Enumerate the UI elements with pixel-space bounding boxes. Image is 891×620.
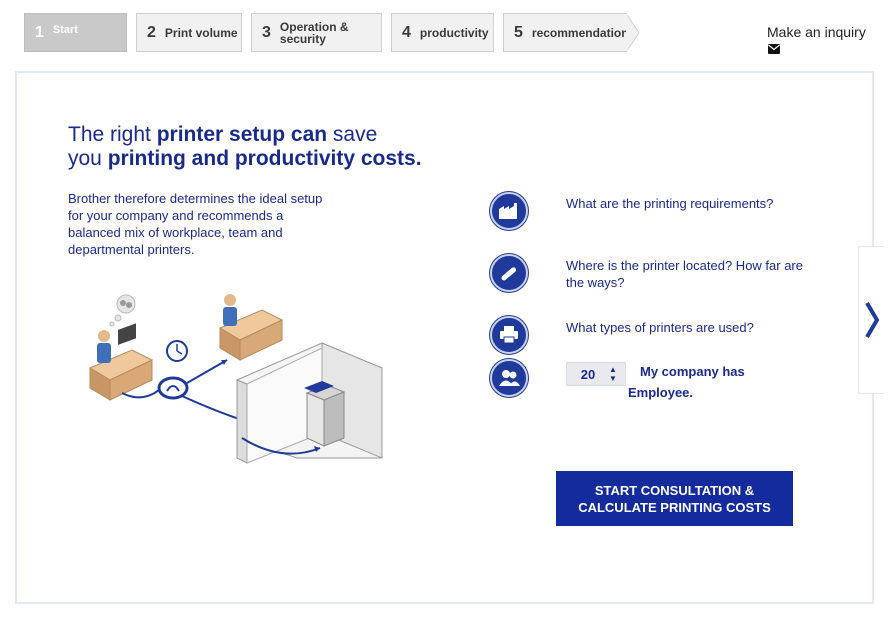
step-print-volume[interactable]: 2 Print volume [136, 13, 242, 52]
step-operation-security[interactable]: 3 Operation & security [251, 13, 382, 52]
question-printing-requirements: What are the printing requirements? [490, 192, 820, 232]
step-number: 2 [147, 23, 156, 41]
make-inquiry-link[interactable]: Make an inquiry [767, 24, 866, 40]
page-headline: The right printer setup can save you pri… [68, 123, 422, 171]
people-icon [490, 359, 528, 397]
chevron-right-icon [864, 301, 879, 339]
step-start[interactable]: 1 Start [24, 13, 127, 52]
headline-text: you [68, 147, 108, 170]
question-text: What are the printing requirements? [566, 196, 774, 211]
headline-bold: printing and productivity costs. [107, 147, 422, 170]
cta-line2: CALCULATE PRINTING COSTS [578, 499, 771, 515]
employee-count-stepper[interactable]: 20 ▲ ▼ [566, 362, 626, 386]
start-consultation-button[interactable]: START CONSULTATION & CALCULATE PRINTING … [556, 471, 793, 526]
step-number: 3 [262, 23, 271, 41]
stepper-arrows: ▲ ▼ [609, 365, 617, 383]
headline-bold: printer setup can [156, 123, 328, 146]
step-arrow-tip [626, 13, 640, 53]
step-label: recommendation [531, 25, 629, 40]
question-text: Where is the printer located? How far ar… [566, 258, 803, 290]
employee-count-value[interactable]: 20 [567, 367, 609, 382]
step-recommendation[interactable]: 5 recommendation [503, 13, 629, 52]
office-network-illustration [88, 294, 383, 464]
step-label-line2: security [279, 31, 326, 46]
question-printer-location: Where is the printer located? How far ar… [490, 254, 820, 294]
step-label: Start [52, 23, 78, 36]
step-label: productivity [419, 25, 489, 40]
location-icon [490, 254, 528, 292]
envelope-icon[interactable] [768, 44, 780, 54]
step-productivity[interactable]: 4 productivity [391, 13, 494, 52]
headline-text: The right [68, 123, 157, 146]
decrement-icon[interactable]: ▼ [609, 374, 617, 383]
employee-label-2: Employee. [628, 385, 694, 400]
step-number: 1 [35, 23, 44, 41]
headline-text: save [327, 123, 378, 146]
step-label: Operation & security [280, 21, 349, 45]
step-number: 4 [402, 23, 411, 41]
factory-icon [490, 192, 528, 230]
employee-label-1: My company has [640, 364, 745, 379]
printer-icon [490, 316, 528, 354]
question-printer-types: What types of printers are used? [490, 316, 820, 356]
cta-line1: START CONSULTATION & [594, 482, 755, 498]
step-label: Print volume [164, 25, 238, 40]
step-number: 5 [514, 23, 523, 41]
question-text: What types of printers are used? [566, 320, 754, 335]
next-slide-button[interactable] [858, 246, 884, 394]
intro-text: Brother therefore determines the ideal s… [68, 191, 323, 257]
cta-text: START CONSULTATION & CALCULATE PRINTING … [578, 482, 771, 516]
increment-icon[interactable]: ▲ [609, 365, 617, 374]
